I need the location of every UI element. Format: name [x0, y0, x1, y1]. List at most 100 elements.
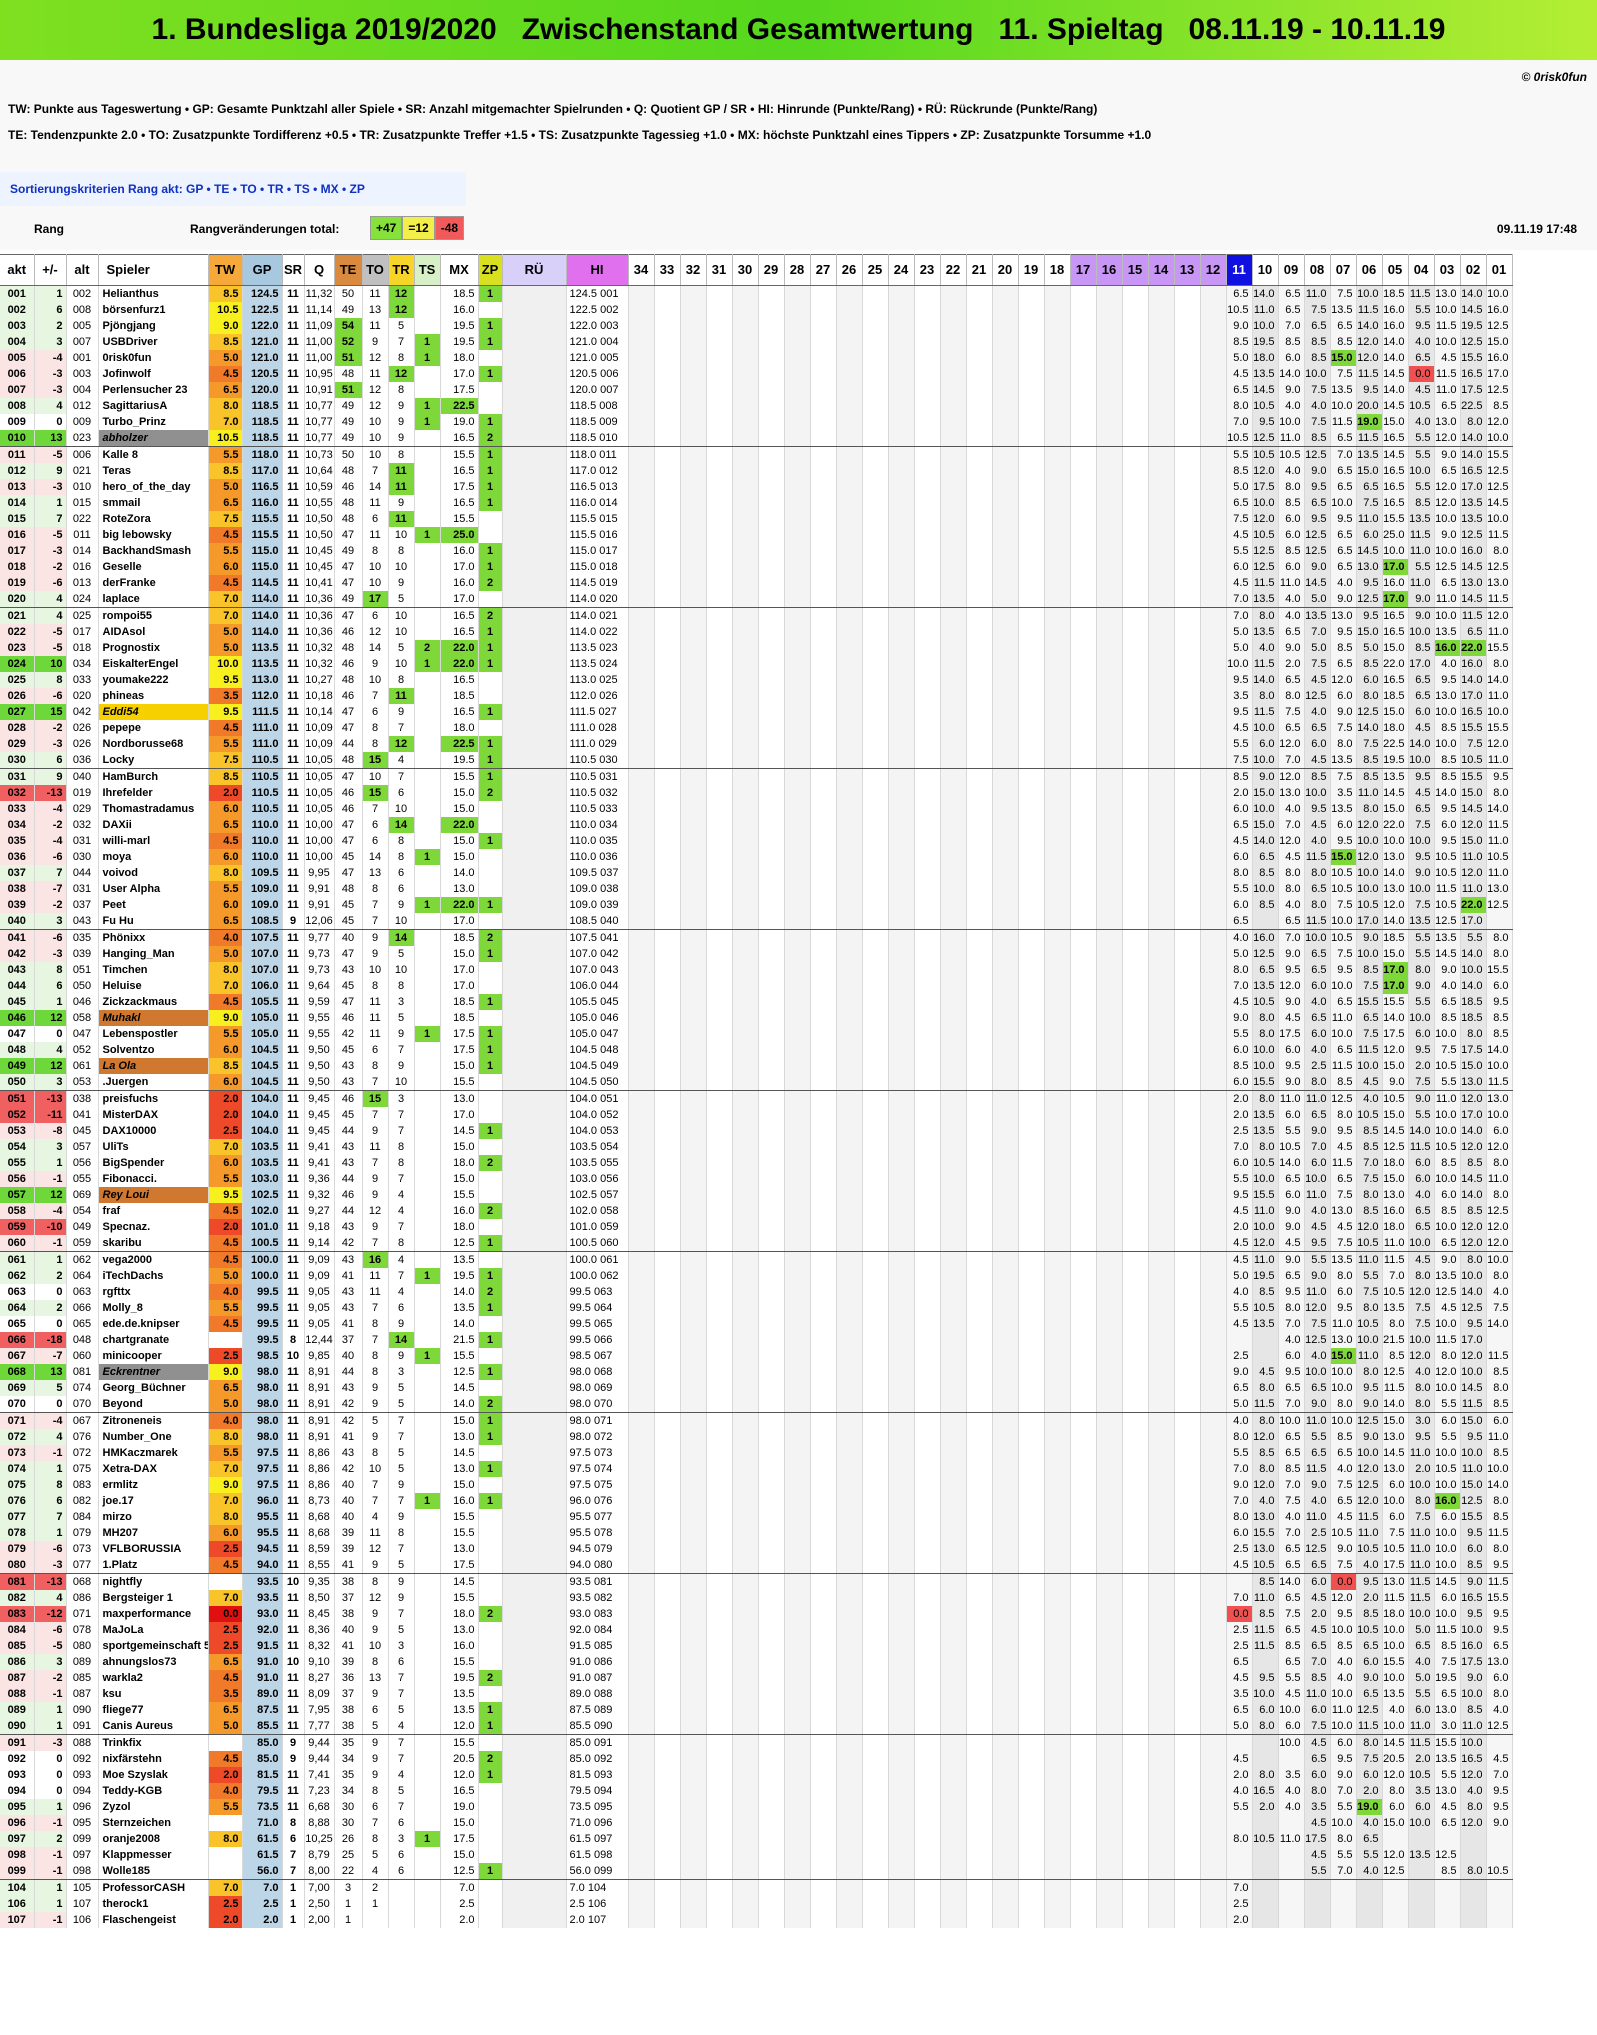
round-28-points: [784, 1622, 811, 1638]
round-10-points: 18.0: [1252, 350, 1279, 366]
rank-change: -1: [34, 1815, 67, 1831]
hi-points: 118.5 010: [566, 430, 629, 447]
ts-points: [414, 430, 441, 447]
tr-points: 11: [388, 511, 415, 527]
round-3-points: 10.5: [1434, 1461, 1461, 1477]
table-row: 077 7 084 mirzo 8.0 95.5 11 8,68 40 4 9 15.5 95.5 07…: [0, 1509, 1513, 1525]
table-row: 043 8 051 Timchen 8.0 107.0 11 9,73 43 10 10 17.0 10…: [0, 962, 1513, 978]
ts-points: [414, 1525, 441, 1541]
round-21-points: [966, 1380, 993, 1396]
ts-points: [414, 1235, 441, 1252]
round-2-points: 14.0: [1460, 285, 1487, 302]
ru-points: [502, 897, 567, 913]
round-26-points: [836, 929, 863, 946]
round-7-points: 8.0: [1330, 1268, 1357, 1284]
col-header-ZP: ZP: [478, 254, 503, 286]
sr-rounds: 11: [282, 1235, 305, 1252]
rank-change: -5: [34, 527, 67, 543]
round-5-points: 25.0: [1382, 527, 1409, 543]
round-22-points: [940, 1171, 967, 1187]
ts-points: [414, 1541, 441, 1557]
round-11-points: 4.5: [1226, 720, 1253, 736]
round-26-points: [836, 1573, 863, 1590]
rank-previous: 063: [66, 1284, 99, 1300]
ts-points: 1: [414, 1493, 441, 1509]
to-points: 7: [362, 463, 389, 479]
zp-points: 1: [478, 1300, 503, 1316]
round-25-points: [862, 1493, 889, 1509]
round-5-points: 15.0: [1382, 801, 1409, 817]
round-19-points: [1018, 511, 1045, 527]
round-33-points: [654, 1734, 681, 1751]
round-22-points: [940, 736, 967, 752]
round-24-points: [888, 1573, 915, 1590]
to-points: 5: [362, 1718, 389, 1735]
tw-points: 7.0: [208, 607, 243, 624]
round-18-points: [1044, 1268, 1071, 1284]
round-32-points: [680, 527, 707, 543]
to-points: 6: [362, 704, 389, 720]
round-22-points: [940, 1058, 967, 1074]
te-points: 47: [334, 833, 363, 849]
mx-points: 14.5: [440, 1123, 479, 1139]
round-1-points: 8.0: [1486, 1493, 1513, 1509]
col-header-16: 16: [1096, 254, 1123, 286]
round-8-points: 6.5: [1304, 1107, 1331, 1123]
round-14-points: [1148, 1364, 1175, 1380]
round-18-points: [1044, 994, 1071, 1010]
round-32-points: [680, 1396, 707, 1413]
round-21-points: [966, 1670, 993, 1686]
round-11-points: 8.0: [1226, 1509, 1253, 1525]
rank-current: 082: [0, 1590, 35, 1606]
round-23-points: [914, 640, 941, 656]
ru-points: [502, 1316, 567, 1332]
round-29-points: [758, 1622, 785, 1638]
ts-points: [414, 1799, 441, 1815]
rank-previous: 054: [66, 1203, 99, 1219]
round-24-points: [888, 1767, 915, 1783]
round-13-points: [1174, 495, 1201, 511]
round-26-points: [836, 414, 863, 430]
round-30-points: [732, 1751, 759, 1767]
round-26-points: [836, 1268, 863, 1284]
tw-points: 5.5: [208, 736, 243, 752]
round-27-points: [810, 446, 837, 463]
round-13-points: [1174, 1557, 1201, 1574]
q-quotient: 9,73: [304, 962, 335, 978]
mx-points: 18.5: [440, 1010, 479, 1026]
rank-previous: 092: [66, 1751, 99, 1767]
round-33-points: [654, 946, 681, 962]
col-header-02: 02: [1460, 254, 1487, 286]
round-3-points: 4.5: [1434, 350, 1461, 366]
round-10-points: 12.0: [1252, 1235, 1279, 1252]
round-22-points: [940, 1203, 967, 1219]
round-33-points: [654, 366, 681, 382]
round-16-points: [1096, 978, 1123, 994]
mx-points: 15.0: [440, 1815, 479, 1831]
tw-points: 2.0: [208, 1219, 243, 1235]
ru-points: [502, 994, 567, 1010]
player-name: mirzo: [98, 1509, 209, 1525]
round-3-points: 10.0: [1434, 1477, 1461, 1493]
tw-points: 7.5: [208, 752, 243, 769]
round-9-points: 4.5: [1278, 849, 1305, 865]
round-32-points: [680, 1364, 707, 1380]
tw-points: 2.0: [208, 1767, 243, 1783]
ts-points: [414, 591, 441, 608]
player-name: VFLBORUSSIA: [98, 1541, 209, 1557]
hi-points: 99.5 064: [566, 1300, 629, 1316]
round-27-points: [810, 1171, 837, 1187]
player-name: Eckrentner: [98, 1364, 209, 1380]
round-31-points: [706, 1686, 733, 1702]
round-19-points: [1018, 929, 1045, 946]
round-31-points: [706, 1557, 733, 1574]
round-31-points: [706, 1654, 733, 1670]
ru-points: [502, 1590, 567, 1606]
round-22-points: [940, 1364, 967, 1380]
round-33-points: [654, 1557, 681, 1574]
round-31-points: [706, 1171, 733, 1187]
round-4-points: 11.5: [1408, 1590, 1435, 1606]
round-6-points: 10.5: [1356, 897, 1383, 913]
round-23-points: [914, 527, 941, 543]
round-20-points: [992, 1815, 1019, 1831]
